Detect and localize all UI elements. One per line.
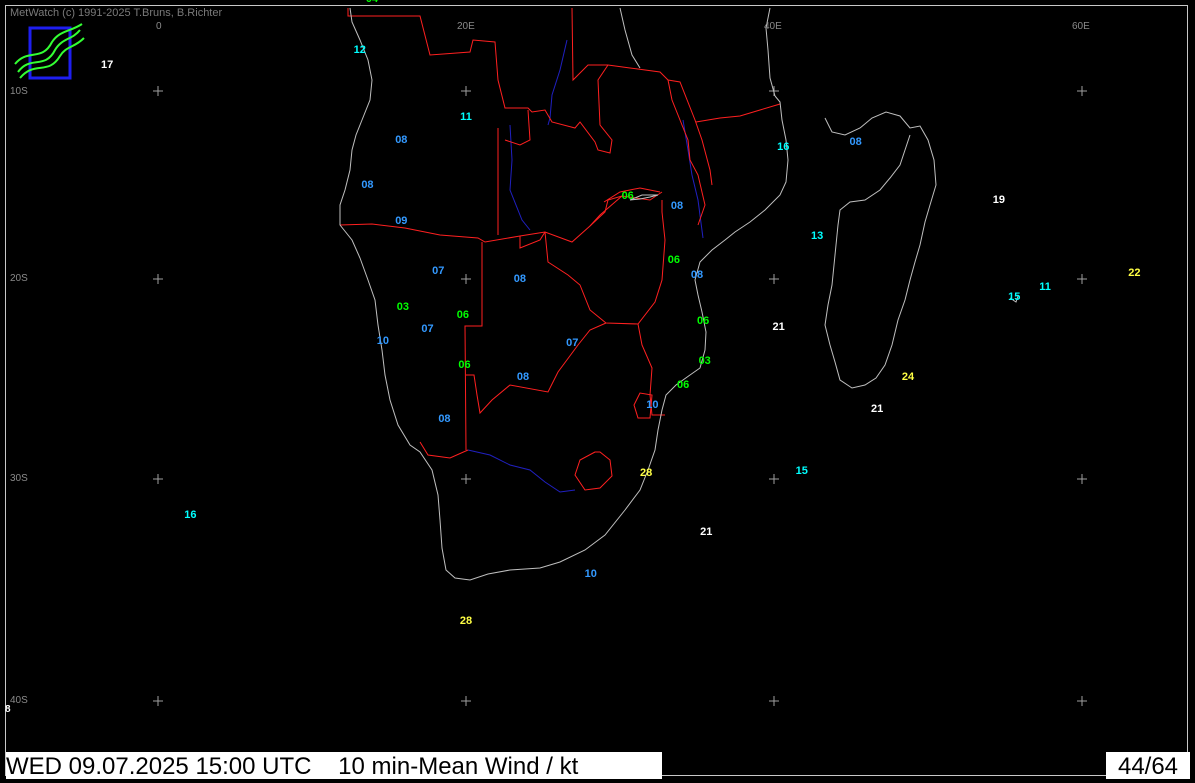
wind-obs-37: 16	[184, 508, 197, 521]
wind-obs-15: 06	[667, 254, 681, 267]
map-frame	[5, 5, 1188, 776]
wind-obs-8: 08	[670, 199, 684, 212]
wind-obs-36: 15	[795, 465, 808, 477]
lon-label-20e: 20E	[457, 21, 475, 32]
wind-obs-29: 08	[516, 371, 530, 383]
wind-obs-9: 16	[777, 141, 790, 154]
wind-obs-7: 06	[621, 190, 634, 203]
wind-obs-32: 24	[901, 371, 915, 383]
lat-label-40s: 40S	[10, 695, 28, 706]
wind-obs-13: 07	[432, 265, 445, 278]
wind-obs-2: 17	[101, 58, 114, 71]
corner-mark: 8	[5, 704, 11, 715]
wind-obs-34: 08	[438, 413, 451, 425]
wind-obs-19: 11	[1039, 281, 1051, 293]
wind-obs-38: 21	[700, 526, 713, 539]
wind-obs-11: 13	[810, 229, 824, 242]
wind-obs-5: 08	[361, 179, 374, 191]
wind-obs-0: 04	[366, 0, 378, 5]
wind-obs-3: 11	[460, 111, 472, 124]
wind-obs-26: 07	[566, 337, 579, 349]
wind-obs-1: 12	[353, 43, 366, 56]
wind-obs-33: 21	[871, 403, 884, 415]
frame-counter[interactable]: 44/64	[1106, 752, 1190, 780]
lat-label-10s: 10S	[10, 86, 28, 97]
wind-obs-10: 08	[849, 135, 862, 148]
wind-obs-35: 28	[640, 467, 653, 479]
wind-obs-16: 08	[690, 269, 704, 282]
lon-label-60e: 60E	[1072, 21, 1090, 32]
wind-obs-14: 08	[513, 273, 527, 285]
lon-label-0: 0	[156, 21, 162, 32]
wind-obs-39: 10	[584, 568, 597, 581]
wind-obs-25: 21	[772, 321, 785, 333]
wind-obs-6: 09	[395, 214, 408, 227]
wind-obs-4: 08	[395, 133, 408, 146]
copyright-text: MetWatch (c) 1991-2025 T.Bruns, B.Richte…	[10, 7, 223, 19]
wind-obs-28: 06	[458, 359, 471, 371]
wind-obs-18: 15	[1008, 291, 1021, 303]
lat-label-20s: 20S	[10, 273, 28, 284]
wind-obs-40: 28	[459, 615, 473, 628]
lat-label-30s: 30S	[10, 473, 28, 484]
lon-label-40e: 40E	[764, 21, 782, 32]
wind-obs-30: 06	[677, 379, 690, 391]
wind-obs-22: 07	[421, 323, 434, 335]
wind-obs-31: 10	[646, 399, 659, 411]
datetime-label: WED 09.07.2025 15:00 UTC 10 min-Mean Win…	[6, 752, 662, 780]
wind-obs-12: 19	[992, 194, 1005, 207]
wind-obs-27: 03	[698, 355, 711, 367]
wind-obs-17: 22	[1128, 267, 1141, 280]
wind-obs-24: 06	[697, 315, 710, 327]
wind-obs-23: 10	[376, 335, 389, 347]
wind-obs-21: 06	[456, 309, 470, 321]
wind-obs-20: 03	[396, 301, 409, 313]
map-viewer: { "header": {"copyright": "MetWatch (c) …	[0, 0, 1195, 783]
